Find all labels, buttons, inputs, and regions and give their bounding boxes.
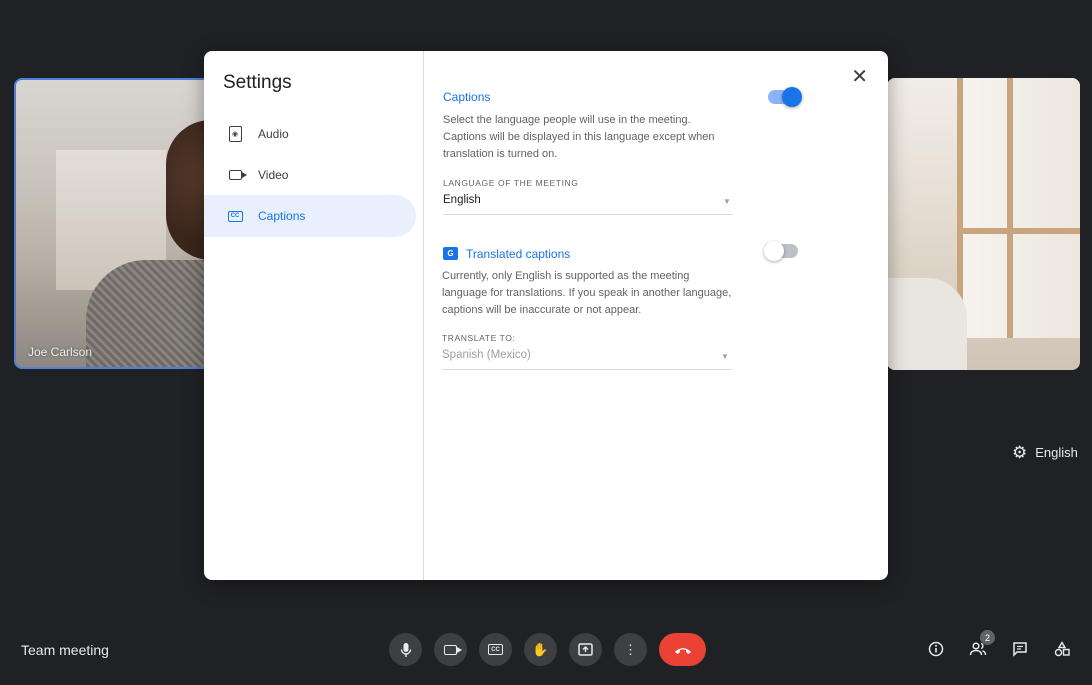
- translated-captions-description: Currently, only English is supported as …: [442, 270, 732, 316]
- closed-captions-icon: CC: [488, 644, 503, 655]
- toggle-knob: [764, 241, 784, 261]
- closed-captions-icon: CC: [226, 207, 244, 225]
- hang-up-icon: [674, 647, 691, 654]
- translated-captions-toggle[interactable]: [764, 241, 798, 261]
- people-count-badge: 2: [980, 630, 995, 645]
- more-vert-icon: ⋮: [624, 641, 637, 657]
- info-icon: [928, 641, 944, 657]
- microphone-icon: [400, 642, 411, 657]
- settings-content: ✕ Captions Select the language people wi…: [425, 51, 888, 580]
- chat-button[interactable]: [1009, 638, 1031, 660]
- chevron-down-icon: ▼: [723, 197, 731, 206]
- end-call-button[interactable]: [659, 633, 706, 666]
- background-window: [957, 78, 1080, 338]
- meeting-details-button[interactable]: [925, 638, 947, 660]
- translated-captions-title: Translated captions: [466, 247, 571, 261]
- call-controls: CC ✋ ⋮: [389, 633, 706, 666]
- settings-nav-label: Audio: [258, 127, 289, 141]
- participant-body: [86, 260, 212, 367]
- people-button[interactable]: 2: [967, 630, 995, 660]
- translate-to-select[interactable]: Spanish (Mexico): [442, 349, 531, 361]
- meeting-language-select[interactable]: English: [443, 194, 481, 206]
- present-button[interactable]: [569, 633, 602, 666]
- settings-dialog: Settings ◉ Audio Video CC Captions ✕ Cap…: [204, 51, 888, 580]
- captions-section-title: Captions: [443, 90, 491, 104]
- meeting-title: Team meeting: [21, 642, 109, 658]
- microphone-button[interactable]: [389, 633, 422, 666]
- hand-icon: ✋: [532, 641, 549, 657]
- translate-icon: G: [443, 247, 458, 260]
- meeting-language-label: LANGUAGE OF THE MEETING: [443, 178, 579, 188]
- present-screen-icon: [578, 643, 593, 656]
- participant-shoulder: [887, 278, 967, 370]
- activities-button[interactable]: [1051, 638, 1073, 660]
- chat-icon: [1013, 642, 1027, 657]
- dialog-title: Settings: [223, 72, 292, 93]
- video-camera-icon: [226, 166, 247, 184]
- chevron-down-icon: ▼: [721, 352, 729, 361]
- field-underline: [442, 369, 732, 370]
- caption-language-label: English: [1035, 445, 1078, 460]
- raise-hand-button[interactable]: ✋: [524, 633, 557, 666]
- captions-toggle[interactable]: [768, 87, 802, 107]
- bottom-toolbar: Team meeting CC ✋ ⋮ 2: [0, 620, 1092, 685]
- toggle-knob: [782, 87, 802, 107]
- captions-button[interactable]: CC: [479, 633, 512, 666]
- video-camera-icon: [444, 644, 462, 655]
- caption-language-chip[interactable]: ⚙ English: [1012, 444, 1078, 461]
- close-icon[interactable]: ✕: [851, 67, 868, 87]
- settings-nav-label: Video: [258, 168, 289, 182]
- gear-icon: ⚙: [1012, 443, 1028, 462]
- settings-nav-audio[interactable]: ◉ Audio: [204, 113, 416, 155]
- settings-nav-video[interactable]: Video: [204, 154, 416, 196]
- participant-tile-left[interactable]: Joe Carlson: [14, 78, 214, 369]
- settings-nav-captions[interactable]: CC Captions: [204, 195, 416, 237]
- settings-sidebar: Settings ◉ Audio Video CC Captions: [204, 51, 424, 580]
- field-underline: [443, 214, 733, 215]
- window-frame: [1007, 78, 1013, 338]
- side-panel-buttons: 2: [925, 630, 1073, 660]
- meeting-stage: Joe Carlson ⚙ English Team meeting CC ✋: [0, 0, 1092, 685]
- activities-icon: [1054, 641, 1070, 657]
- camera-button[interactable]: [434, 633, 467, 666]
- captions-description: Select the language people will use in t…: [443, 114, 715, 160]
- window-frame: [957, 228, 1080, 234]
- participant-tile-right[interactable]: [887, 78, 1080, 370]
- participant-name: Joe Carlson: [28, 345, 93, 359]
- more-options-button[interactable]: ⋮: [614, 633, 647, 666]
- settings-nav-label: Captions: [258, 209, 306, 223]
- translate-to-label: TRANSLATE TO:: [442, 333, 516, 343]
- speaker-icon: ◉: [226, 125, 244, 143]
